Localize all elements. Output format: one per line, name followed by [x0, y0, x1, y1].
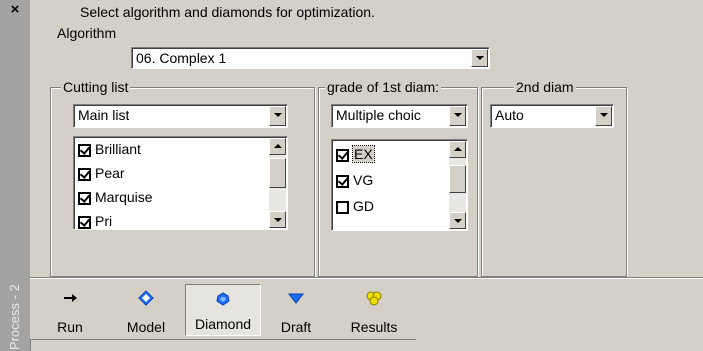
chevron-down-icon[interactable] [471, 49, 488, 67]
chevron-down-icon[interactable] [269, 106, 286, 126]
grade-first-list-box[interactable]: EX VG GD [331, 139, 468, 231]
run-arrow-icon [64, 294, 77, 302]
cutting-list-select[interactable]: Main list [73, 104, 288, 128]
toolbar-run-button[interactable]: Run [45, 286, 95, 338]
list-item-label: EX [352, 145, 375, 163]
grade-first-select[interactable]: Multiple choic [331, 104, 468, 128]
toolbar-diamond-button[interactable]: Diamond [185, 284, 261, 336]
scroll-down-icon[interactable] [269, 211, 286, 228]
toolbar-label: Draft [280, 319, 312, 335]
draft-triangle-icon [288, 293, 304, 304]
checkbox-marquise[interactable] [78, 192, 91, 205]
grade-first-scrollbar[interactable] [449, 141, 466, 229]
chevron-down-icon[interactable] [595, 106, 612, 126]
checkbox-ex[interactable] [336, 149, 349, 162]
list-item-label: Pri [95, 213, 113, 229]
list-item[interactable]: VG [336, 170, 373, 190]
list-item-label: Brilliant [95, 141, 141, 157]
checkbox-brilliant[interactable] [78, 144, 91, 157]
scroll-up-icon[interactable] [449, 141, 466, 158]
list-item-label: VG [353, 172, 374, 188]
list-item-label: Pear [95, 165, 125, 181]
list-item[interactable]: Brilliant [78, 139, 141, 159]
second-diam-select[interactable]: Auto [490, 104, 614, 128]
close-icon[interactable]: × [7, 2, 23, 18]
second-diam-legend: 2nd diam [514, 79, 576, 95]
scroll-down-icon[interactable] [449, 212, 466, 229]
scroll-thumb[interactable] [269, 158, 286, 188]
list-item[interactable]: Pri [78, 211, 113, 229]
list-item-label: Marquise [95, 189, 153, 205]
model-diamond-icon [138, 290, 154, 306]
toolbar-label: Results [350, 319, 398, 335]
toolbar-model-button[interactable]: Model [117, 286, 175, 338]
toolbar-results-button[interactable]: Results [341, 286, 407, 338]
toolbar-label: Diamond [194, 316, 252, 332]
checkbox-vg[interactable] [336, 175, 349, 188]
grade-first-legend: grade of 1st diam: [325, 79, 442, 95]
checkbox-gd[interactable] [336, 201, 349, 214]
cutting-list-legend: Cutting list [61, 79, 131, 95]
list-item[interactable]: Marquise [78, 187, 153, 207]
list-item[interactable]: Pear [78, 163, 125, 183]
algorithm-label: Algorithm [57, 25, 117, 41]
checkbox-pear[interactable] [78, 168, 91, 181]
cutting-list-box[interactable]: Brilliant Pear Marquise Pri [73, 136, 288, 230]
toolbar-label: Run [57, 319, 83, 335]
algorithm-select[interactable]: 06. Complex 1 [131, 47, 490, 69]
cutting-list-scrollbar[interactable] [269, 138, 286, 228]
side-panel-label: Process - 2 [7, 284, 22, 350]
bottom-panel [30, 339, 416, 351]
toolbar-label: Model [126, 319, 166, 335]
page-title: Select algorithm and diamonds for optimi… [80, 4, 375, 20]
separator [30, 277, 703, 279]
results-icon [366, 291, 382, 306]
cutting-list-select-value: Main list [78, 107, 130, 123]
second-diam-select-value: Auto [495, 107, 524, 123]
list-item[interactable]: EX [336, 144, 375, 164]
chevron-down-icon[interactable] [449, 106, 466, 126]
list-item[interactable]: GD [336, 196, 374, 216]
scroll-up-icon[interactable] [269, 138, 286, 155]
grade-first-select-value: Multiple choic [336, 107, 421, 123]
diamond-icon [216, 292, 230, 306]
list-item-label: GD [353, 198, 374, 214]
checkbox-pri[interactable] [78, 216, 91, 229]
toolbar-draft-button[interactable]: Draft [271, 286, 321, 338]
algorithm-select-value: 06. Complex 1 [136, 50, 227, 66]
scroll-thumb[interactable] [449, 165, 466, 193]
